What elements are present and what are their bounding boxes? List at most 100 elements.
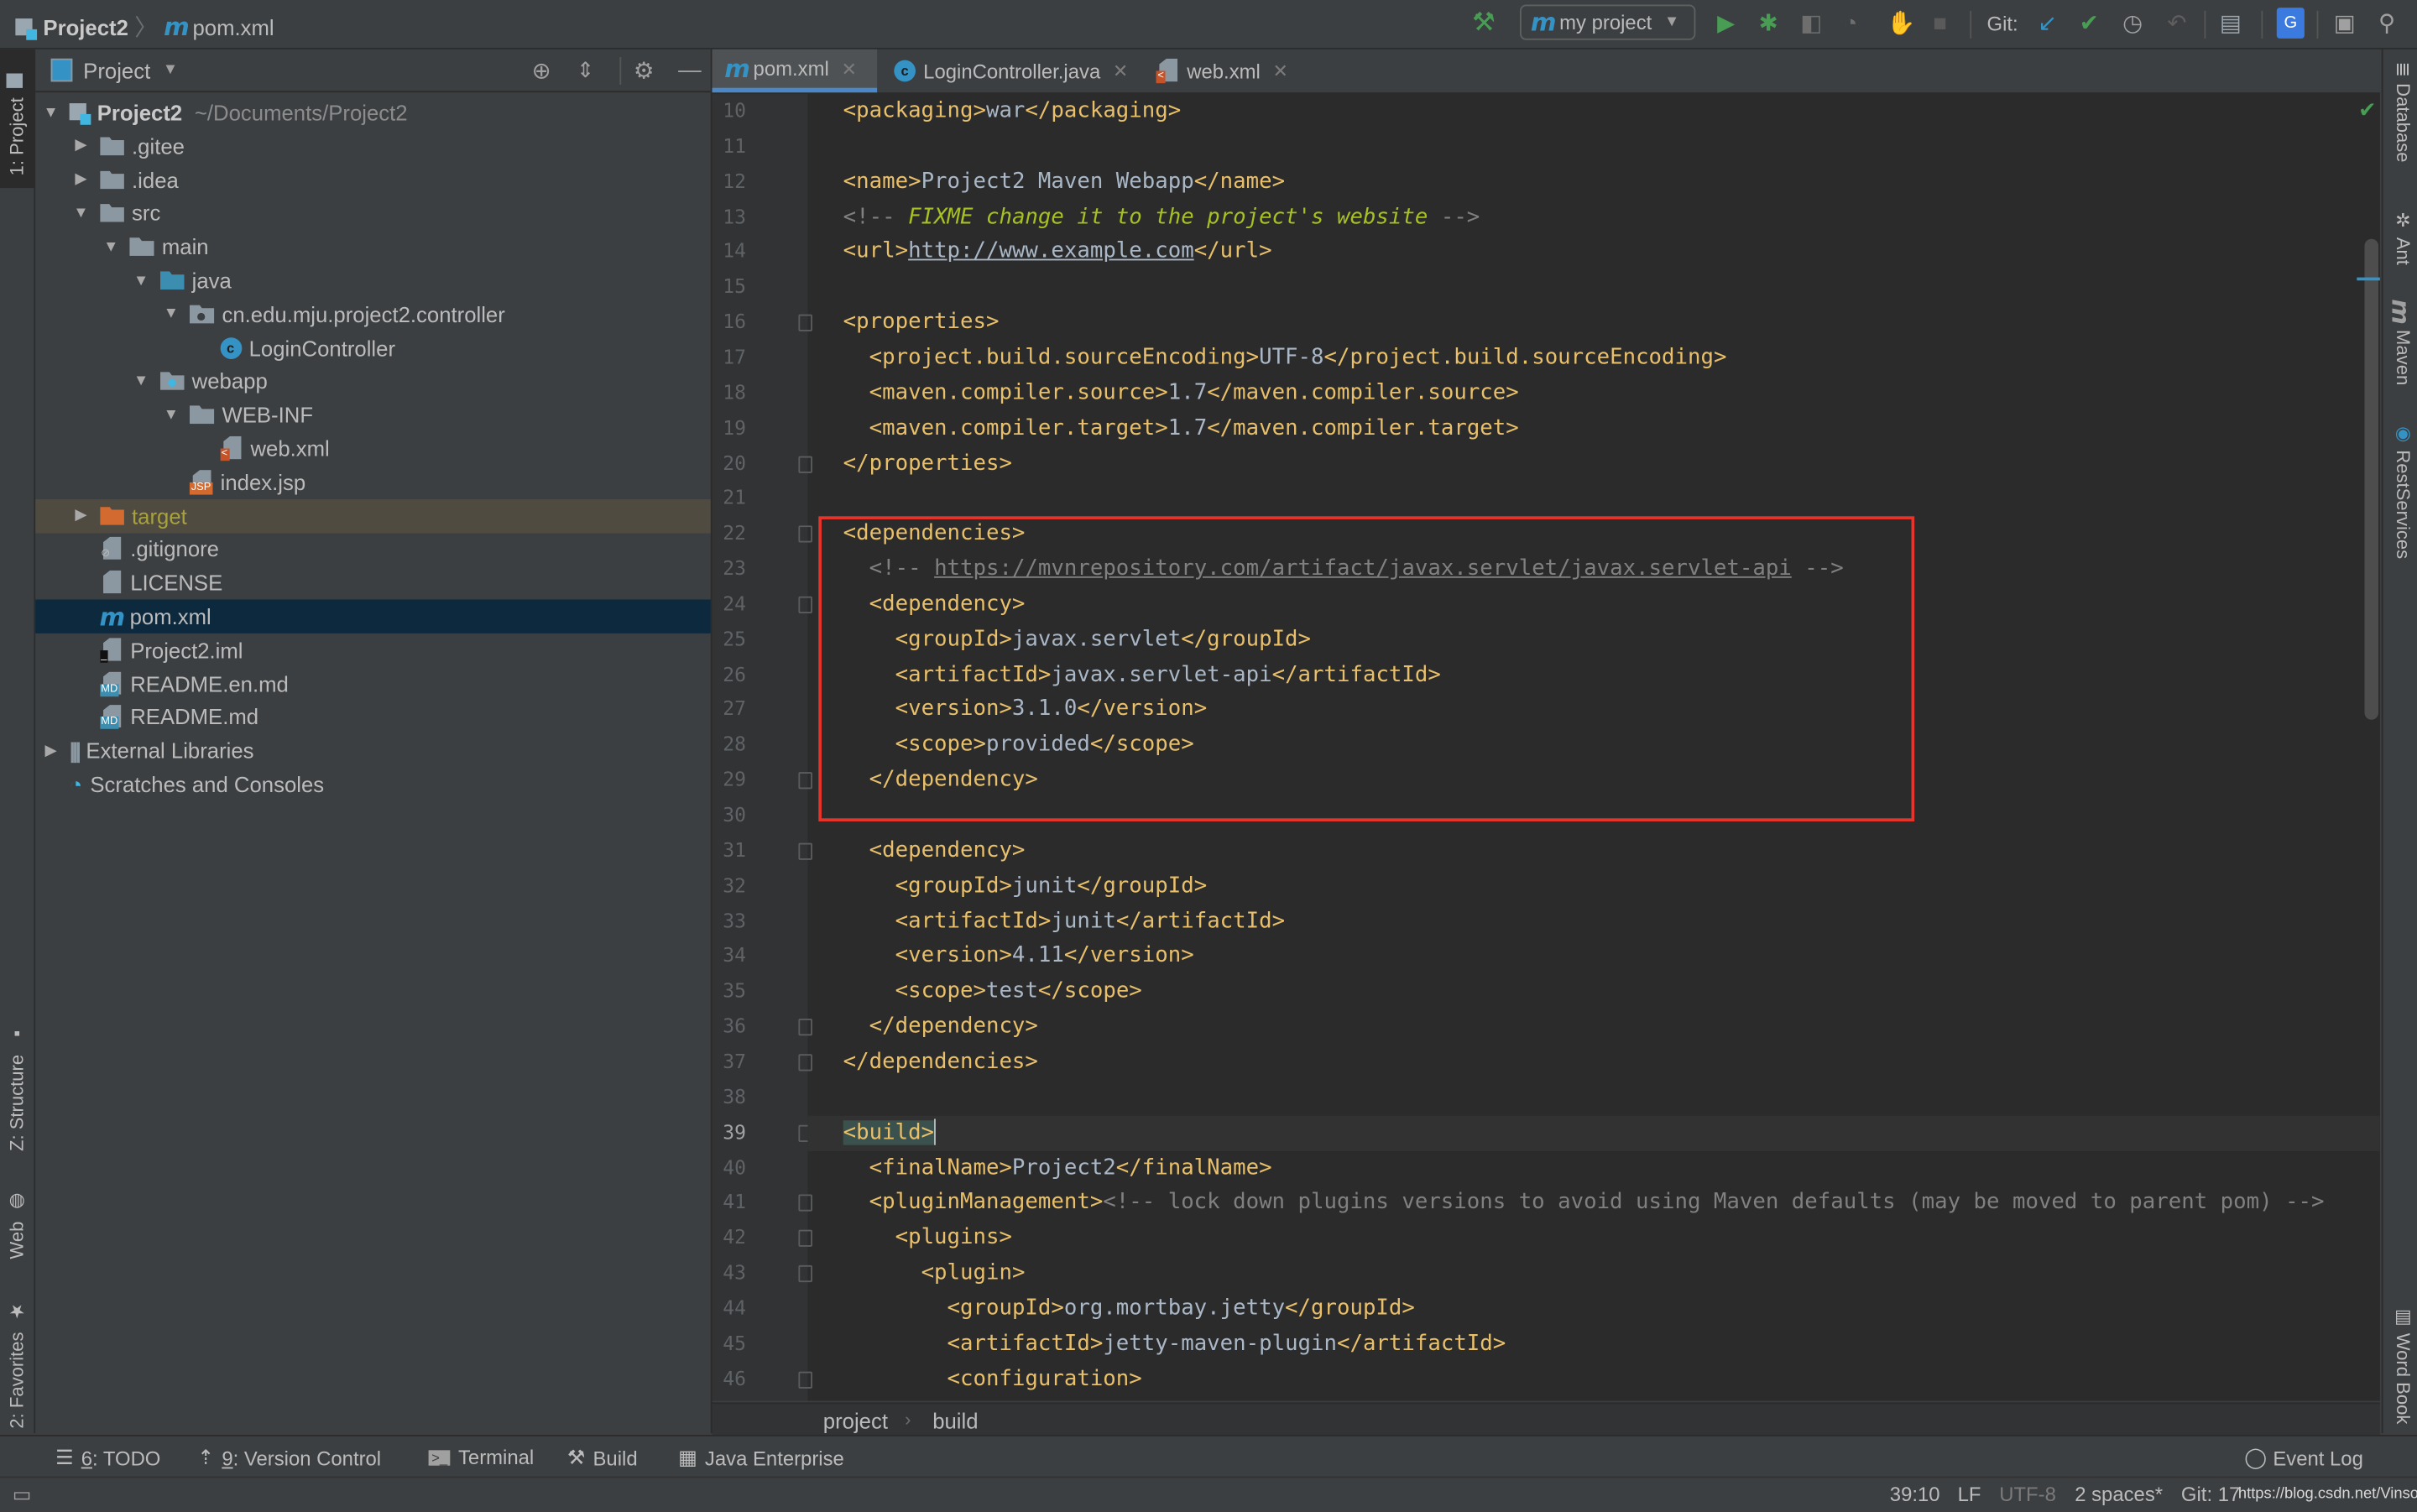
tree-item[interactable]: ▼ Project2 ~/Documents/Project2: [35, 96, 710, 129]
project-view-title[interactable]: Project: [83, 58, 150, 82]
fold-marker-icon[interactable]: [798, 455, 812, 472]
tab-login-controller[interactable]: c LoginController.java ✕: [882, 50, 1141, 92]
attach-debugger-icon[interactable]: ✋: [1887, 8, 1915, 39]
collapse-arrow-icon[interactable]: ▶: [71, 507, 90, 524]
tool-tab-database[interactable]: ≣ Database: [2386, 61, 2417, 185]
tool-tab-restservices[interactable]: ◉ RestServices: [2386, 422, 2417, 576]
tree-item[interactable]: m pom.xml: [35, 599, 711, 633]
event-log-button[interactable]: ◯ Event Log: [2244, 1446, 2363, 1470]
debug-bug-icon[interactable]: ✱: [1759, 8, 1778, 39]
tool-tab-ant[interactable]: ✲ Ant: [2386, 210, 2417, 287]
close-icon[interactable]: ✕: [1113, 60, 1128, 82]
tool-button-terminal[interactable]: >_ Terminal: [428, 1446, 534, 1468]
tree-item[interactable]: < web.xml: [35, 431, 710, 465]
tree-item[interactable]: LICENSE: [35, 566, 710, 599]
code-line: </properties>: [843, 446, 1012, 482]
tree-item[interactable]: ▶ target: [35, 498, 711, 533]
build-hammer-icon[interactable]: ⚒: [1472, 8, 1496, 39]
caret-position[interactable]: 39:10: [1890, 1483, 1940, 1506]
run-with-coverage-icon[interactable]: ◧: [1800, 8, 1822, 39]
tree-item[interactable]: MD README.en.md: [35, 667, 710, 701]
tool-tab-word-book[interactable]: ▤ Word Book: [2386, 1306, 2417, 1429]
tool-tab-structure[interactable]: Z: Structure ▪: [0, 1005, 34, 1151]
collapse-arrow-icon[interactable]: ▶: [42, 743, 60, 759]
editor-scrollbar[interactable]: [2364, 238, 2379, 720]
tab-web-xml[interactable]: < web.xml ✕: [1144, 50, 1301, 92]
tool-tab-web[interactable]: Web ◍: [0, 1175, 34, 1259]
tree-item[interactable]: ▼ webapp: [35, 364, 710, 398]
tree-item[interactable]: c LoginController: [35, 331, 710, 364]
tree-item[interactable]: ▶ .gitee: [35, 129, 710, 163]
chevron-down-icon[interactable]: ▼: [163, 61, 178, 78]
tree-item[interactable]: ▶ ||| External Libraries: [35, 734, 710, 768]
fold-marker-icon[interactable]: [798, 1230, 812, 1248]
line-separator[interactable]: LF: [1958, 1483, 1981, 1506]
breadcrumb-project[interactable]: Project2: [43, 14, 128, 39]
git-update-icon[interactable]: ↙: [2038, 8, 2057, 39]
tree-item[interactable]: MD README.md: [35, 701, 710, 734]
fold-marker-icon[interactable]: [798, 1370, 812, 1389]
expand-arrow-icon[interactable]: ▼: [162, 406, 180, 423]
expand-arrow-icon[interactable]: ▼: [102, 238, 120, 255]
collapse-arrow-icon[interactable]: ▶: [71, 138, 90, 154]
tree-item[interactable]: ◔ Scratches and Consoles: [35, 768, 710, 801]
minimize-icon[interactable]: —: [678, 57, 702, 83]
fold-marker-icon[interactable]: [798, 1054, 812, 1071]
translate-icon[interactable]: G: [2276, 8, 2305, 39]
xml-crumb-project[interactable]: project: [823, 1409, 888, 1433]
tree-item[interactable]: ▼ src: [35, 196, 710, 230]
git-revert-icon[interactable]: ↶: [2167, 8, 2186, 39]
profiler-icon[interactable]: ◔: [1844, 8, 1858, 39]
url-link[interactable]: http://www.example.com: [908, 239, 1194, 263]
fold-marker-icon[interactable]: [798, 1195, 812, 1212]
gear-icon[interactable]: ⚙: [634, 56, 655, 84]
git-history-clock-icon[interactable]: ◷: [2122, 8, 2143, 39]
fold-marker-icon[interactable]: [798, 314, 812, 332]
git-commit-check-icon[interactable]: ✔: [2080, 8, 2099, 39]
run-icon[interactable]: ▶: [1717, 8, 1735, 39]
tool-button-todo[interactable]: ☰ 6: TODO: [55, 1446, 160, 1470]
expand-arrow-icon[interactable]: ▼: [162, 305, 180, 322]
tool-tab-favorites[interactable]: 2: Favorites ★: [0, 1282, 34, 1429]
collapse-all-icon[interactable]: ⇕: [577, 57, 595, 83]
close-icon[interactable]: ✕: [1273, 60, 1288, 82]
tree-item[interactable]: _ Project2.iml: [35, 633, 710, 667]
fold-marker-icon[interactable]: [798, 772, 812, 790]
collapse-arrow-icon[interactable]: ▶: [71, 171, 90, 188]
expand-arrow-icon[interactable]: ▼: [42, 104, 60, 121]
fold-marker-icon[interactable]: [798, 1265, 812, 1283]
toggle-tool-windows-icon[interactable]: ▭: [13, 1483, 32, 1507]
tree-item[interactable]: ▼ cn.edu.mju.project2.controller: [35, 297, 710, 331]
stop-icon[interactable]: ■: [1933, 8, 1947, 39]
search-icon[interactable]: ⚲: [2378, 8, 2395, 39]
close-icon[interactable]: ✕: [841, 58, 856, 80]
tool-button-java-enterprise[interactable]: ▦ Java Enterprise: [678, 1446, 844, 1470]
run-configuration-select[interactable]: m my project ▼: [1519, 4, 1696, 40]
tool-tab-maven[interactable]: m Maven: [2386, 299, 2417, 391]
fold-marker-icon[interactable]: [798, 596, 812, 613]
tree-item[interactable]: ▼ WEB-INF: [35, 398, 710, 431]
tree-item[interactable]: ▼ main: [35, 230, 710, 263]
tree-item[interactable]: ⊘ .gitignore: [35, 532, 710, 566]
breadcrumb-file[interactable]: pom.xml: [192, 14, 274, 39]
git-branch[interactable]: Git: 17: [2181, 1483, 2240, 1506]
tab-pom-xml[interactable]: m pom.xml ✕: [712, 49, 878, 93]
tool-tab-project[interactable]: 1: Project ▆: [0, 49, 34, 189]
fold-marker-icon[interactable]: [798, 842, 812, 860]
tree-item[interactable]: ▼ java: [35, 263, 710, 297]
project-structure-icon[interactable]: ▤: [2220, 8, 2242, 39]
expand-arrow-icon[interactable]: ▼: [132, 373, 150, 389]
fold-marker-icon[interactable]: [798, 525, 812, 543]
xml-crumb-build[interactable]: build: [932, 1409, 978, 1433]
expand-arrow-icon[interactable]: ▼: [132, 272, 150, 289]
tree-item[interactable]: JSP index.jsp: [35, 465, 710, 498]
tool-button-build[interactable]: ⚒ Build: [567, 1446, 638, 1470]
file-encoding[interactable]: UTF-8: [1999, 1483, 2056, 1506]
tool-button-version-control[interactable]: ⇡ 9: Version Control: [197, 1446, 381, 1470]
locate-crosshair-icon[interactable]: ⊕: [532, 56, 551, 84]
indent-setting[interactable]: 2 spaces*: [2075, 1483, 2163, 1506]
terminal-window-icon[interactable]: ▣: [2334, 8, 2356, 39]
fold-marker-icon[interactable]: [798, 1019, 812, 1036]
tree-item[interactable]: ▶ .idea: [35, 163, 710, 196]
expand-arrow-icon[interactable]: ▼: [71, 205, 90, 222]
